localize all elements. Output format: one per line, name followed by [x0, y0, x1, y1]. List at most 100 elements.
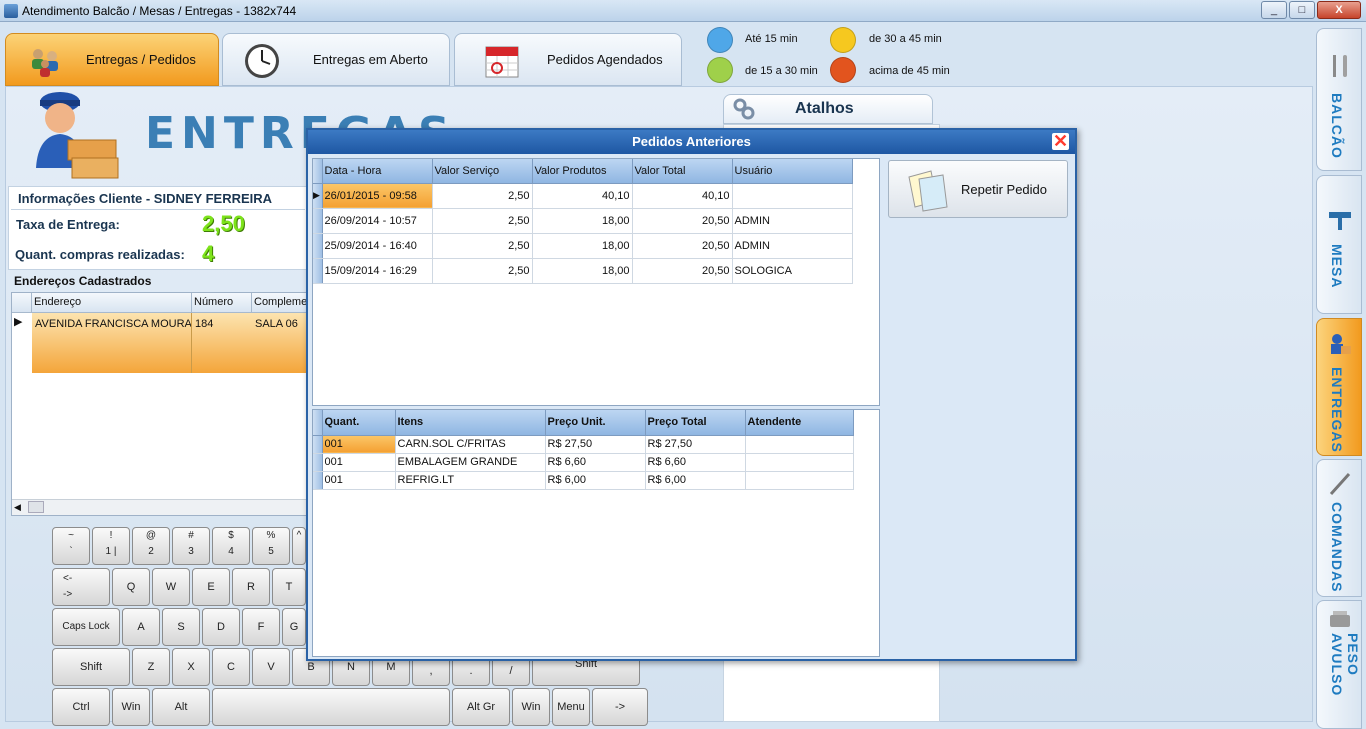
key-lower: 5	[268, 546, 274, 557]
table-row[interactable]: 15/09/2014 - 16:29 2,50 18,00 20,50 SOLO…	[313, 258, 853, 284]
minimize-button[interactable]: _	[1261, 1, 1287, 19]
legend-dot-blue	[707, 27, 733, 53]
key-tilde[interactable]: ~ `	[52, 527, 90, 565]
cell: 2,50	[432, 208, 533, 234]
tab-pedidos-agendados[interactable]: Pedidos Agendados	[454, 33, 682, 86]
key-5[interactable]: % 5	[252, 527, 290, 565]
row-indicator	[313, 258, 323, 284]
column-header[interactable]: Número	[192, 293, 252, 313]
column-header[interactable]: Valor Total	[632, 159, 733, 184]
compras-value: 4	[202, 241, 215, 266]
legend-label: de 30 a 45 min	[869, 33, 942, 45]
key-space[interactable]	[212, 688, 450, 726]
tab-label: Entregas / Pedidos	[86, 52, 196, 67]
tab-entregas-pedidos[interactable]: Entregas / Pedidos	[5, 33, 219, 86]
key-win[interactable]: Win	[112, 688, 150, 726]
cell	[732, 183, 853, 209]
key-w[interactable]: W	[152, 568, 190, 606]
key-alt[interactable]: Alt	[152, 688, 210, 726]
side-tab-mesa[interactable]: MESA	[1316, 175, 1362, 314]
orders-grid[interactable]: Data - Hora Valor Serviço Valor Produtos…	[312, 158, 880, 406]
table-row[interactable]: 001 REFRIG.LT R$ 6,00 R$ 6,00	[313, 471, 854, 490]
key-arrow[interactable]: ->	[592, 688, 648, 726]
side-tab-entregas[interactable]: ENTREGAS	[1316, 318, 1362, 456]
table-row[interactable]: 25/09/2014 - 16:40 2,50 18,00 20,50 ADMI…	[313, 233, 853, 259]
header-row: Quant. Itens Preço Unit. Preço Total Ate…	[313, 410, 854, 436]
column-header[interactable]: Preço Total	[645, 410, 746, 436]
key-ctrl[interactable]: Ctrl	[52, 688, 110, 726]
key-4[interactable]: $4	[212, 527, 250, 565]
column-header[interactable]: Complemen	[252, 293, 308, 313]
key-x[interactable]: X	[172, 648, 210, 686]
key-win-right[interactable]: Win	[512, 688, 550, 726]
cell-endereco: AVENIDA FRANCISCA MOURA	[35, 318, 192, 330]
column-header[interactable]: Valor Produtos	[532, 159, 633, 184]
close-button[interactable]: X	[1317, 1, 1361, 19]
key-d[interactable]: D	[202, 608, 240, 646]
key-6[interactable]: ^	[292, 527, 306, 565]
column-header[interactable]: Endereço	[32, 293, 192, 313]
column-header[interactable]: Usuário	[732, 159, 853, 184]
key-z[interactable]: Z	[132, 648, 170, 686]
column-header[interactable]: Preço Unit.	[545, 410, 646, 436]
column-header[interactable]: Atendente	[745, 410, 854, 436]
scroll-thumb[interactable]	[28, 501, 44, 513]
cell: 001	[322, 471, 396, 490]
key-c[interactable]: C	[212, 648, 250, 686]
key-2[interactable]: @2	[132, 527, 170, 565]
title-bar: Atendimento Balcão / Mesas / Entregas - …	[0, 0, 1366, 22]
key-r[interactable]: R	[232, 568, 270, 606]
column-header[interactable]: Valor Serviço	[432, 159, 533, 184]
key-3[interactable]: #3	[172, 527, 210, 565]
cell: CARN.SOL C/FRITAS	[395, 435, 546, 454]
addresses-grid[interactable]: Endereço Número Complemen ▶ AVENIDA FRAN…	[11, 292, 308, 516]
column-header[interactable]: Quant.	[322, 410, 396, 436]
cell: 2,50	[432, 258, 533, 284]
key-t[interactable]: T	[272, 568, 306, 606]
key-a[interactable]: A	[122, 608, 160, 646]
table-row[interactable]: 26/09/2014 - 10:57 2,50 18,00 20,50 ADMI…	[313, 208, 853, 234]
grid-indicator-header	[12, 293, 32, 313]
column-header[interactable]: Data - Hora	[322, 159, 433, 184]
key-1[interactable]: ! 1 |	[92, 527, 130, 565]
legend-dot-red	[830, 57, 856, 83]
maximize-button[interactable]: □	[1289, 1, 1315, 19]
key-tab[interactable]: <- ->	[52, 568, 110, 606]
key-alt-gr[interactable]: Alt Gr	[452, 688, 510, 726]
table-row[interactable]: 001 EMBALAGEM GRANDE R$ 6,60 R$ 6,60	[313, 453, 854, 472]
table-row[interactable]: AVENIDA FRANCISCA MOURA 184 SALA 06	[32, 313, 308, 373]
key-menu[interactable]: Menu	[552, 688, 590, 726]
key-f[interactable]: F	[242, 608, 280, 646]
row-indicator-header	[313, 159, 323, 184]
cell: 26/01/2015 - 09:58	[322, 183, 433, 209]
key-g[interactable]: G	[282, 608, 306, 646]
tab-entregas-em-aberto[interactable]: Entregas em Aberto	[222, 33, 450, 86]
key-upper: #	[188, 530, 194, 541]
key-s[interactable]: S	[162, 608, 200, 646]
horizontal-scrollbar[interactable]: ◀	[12, 499, 306, 515]
header-row: Data - Hora Valor Serviço Valor Produtos…	[313, 159, 853, 184]
key-q[interactable]: Q	[112, 568, 150, 606]
side-tab-peso-avulso[interactable]: PESO AVULSO	[1316, 600, 1362, 729]
column-header[interactable]: Itens	[395, 410, 546, 436]
link-icon	[733, 98, 755, 120]
key-e[interactable]: E	[192, 568, 230, 606]
key-caps-lock[interactable]: Caps Lock	[52, 608, 120, 646]
table-row[interactable]: 001 CARN.SOL C/FRITAS R$ 27,50 R$ 27,50	[313, 435, 854, 454]
table-row[interactable]: ▶ 26/01/2015 - 09:58 2,50 40,10 40,10	[313, 183, 853, 209]
cell: 001	[322, 453, 396, 472]
key-v[interactable]: V	[252, 648, 290, 686]
scroll-left-icon[interactable]: ◀	[14, 502, 21, 513]
key-shift-left[interactable]: Shift	[52, 648, 130, 686]
side-tab-balcao[interactable]: BALCÃO	[1316, 28, 1362, 171]
repeat-order-button[interactable]: Repetir Pedido	[888, 160, 1068, 218]
side-tab-comandas[interactable]: COMANDAS	[1316, 459, 1362, 597]
cell: 18,00	[532, 258, 633, 284]
tab-label: Pedidos Agendados	[547, 52, 663, 67]
items-grid[interactable]: Quant. Itens Preço Unit. Preço Total Ate…	[312, 409, 880, 657]
legend-dot-yellow	[830, 27, 856, 53]
close-icon[interactable]: ✕	[1052, 132, 1069, 150]
key-upper: <-	[63, 573, 73, 584]
cell: 18,00	[532, 208, 633, 234]
cell: 40,10	[632, 183, 733, 209]
